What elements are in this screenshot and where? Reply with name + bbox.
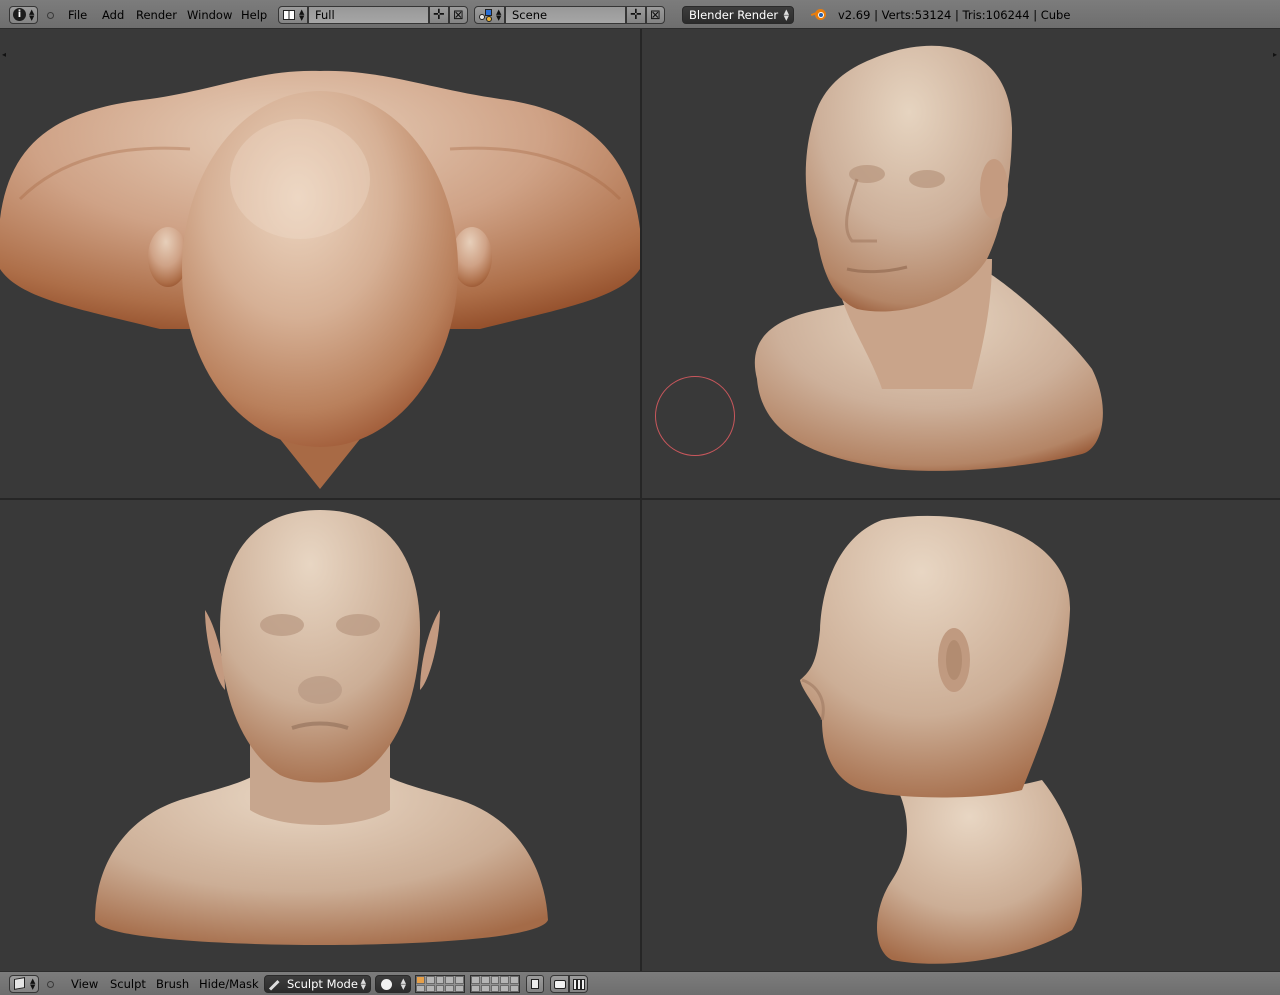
- menu-render[interactable]: Render: [136, 8, 177, 23]
- menu-brush[interactable]: Brush: [156, 977, 189, 992]
- lock-camera-button[interactable]: [526, 975, 544, 993]
- sculpt-brush-cursor: [655, 376, 735, 456]
- clapperboard-icon: [573, 979, 585, 990]
- menu-sculpt[interactable]: Sculpt: [110, 977, 146, 992]
- viewport-bottom-right[interactable]: [642, 500, 1280, 971]
- camera-render-icon: [554, 980, 566, 989]
- layer-lock-icon: [531, 979, 539, 989]
- editor-type-arrows-icon: ▲ ▼: [29, 8, 35, 22]
- viewport-horizontal-divider[interactable]: [0, 498, 1280, 500]
- menu-window[interactable]: Window: [187, 8, 232, 23]
- plus-icon: ✛: [433, 7, 445, 23]
- menu-hide-mask[interactable]: Hide/Mask: [199, 977, 259, 992]
- menu-help[interactable]: Help: [241, 8, 267, 23]
- viewport-vertical-divider[interactable]: [640, 29, 642, 971]
- info-header: i ▲ ▼ File Add Render Window Help ▲ ▼ Full…: [0, 0, 1280, 29]
- menu-view[interactable]: View: [71, 977, 98, 992]
- menu-add[interactable]: Add: [102, 8, 124, 23]
- view3d-icon: [14, 977, 25, 990]
- solid-shading-icon: [381, 979, 392, 990]
- scene-arrows-icon: ▲ ▼: [496, 8, 502, 22]
- viewport-shading-select[interactable]: ▲ ▼: [375, 975, 411, 993]
- close-icon: ⊠: [650, 8, 661, 23]
- screen-layout-arrows-icon: ▲ ▼: [299, 8, 305, 22]
- mode-label: Sculpt Mode: [287, 977, 358, 991]
- collapse-menu-icon[interactable]: [47, 12, 54, 19]
- blender-logo-icon: [810, 8, 827, 21]
- shading-arrows-icon: ▲ ▼: [400, 977, 406, 991]
- render-engine-label: Blender Render: [689, 8, 779, 22]
- mode-arrows-icon: ▲ ▼: [360, 977, 366, 991]
- screen-layout-browse-button[interactable]: ▲ ▼: [278, 6, 308, 24]
- close-icon: ⊠: [453, 8, 464, 23]
- info-icon: i: [13, 8, 26, 21]
- screen-layout-field[interactable]: Full: [308, 6, 429, 24]
- mode-select[interactable]: Sculpt Mode ▲ ▼: [264, 975, 371, 993]
- brush-icon: [268, 979, 280, 991]
- scene-layers-group-1[interactable]: [415, 975, 465, 993]
- scene-icon: [479, 9, 493, 22]
- sculpt-model-side-view: [800, 515, 1082, 964]
- scene-delete-button[interactable]: ⊠: [646, 6, 665, 24]
- viewport-top-left[interactable]: ◂: [0, 29, 640, 498]
- sculpt-model-top-view: [0, 70, 640, 489]
- menu-file[interactable]: File: [68, 8, 87, 23]
- editor-type-arrows-icon: ▲ ▼: [30, 977, 36, 991]
- viewport-top-right[interactable]: ▸: [642, 29, 1280, 498]
- 3d-view-header: ▲ ▼ View Sculpt Brush Hide/Mask Sculpt Mo…: [0, 971, 1280, 995]
- render-engine-arrows-icon: ▲ ▼: [783, 8, 789, 22]
- screen-layout-add-button[interactable]: ✛: [429, 6, 449, 24]
- screen-layout-icon: [283, 10, 295, 20]
- screen-layout-delete-button[interactable]: ⊠: [449, 6, 468, 24]
- scene-statistics: v2.69 | Verts:53124 | Tris:106244 | Cube: [838, 8, 1071, 22]
- sculpt-model-front-view: [95, 510, 548, 945]
- scene-field[interactable]: Scene: [505, 6, 626, 24]
- scene-layers-group-2[interactable]: [470, 975, 520, 993]
- plus-icon: ✛: [630, 7, 642, 23]
- scene-browse-button[interactable]: ▲ ▼: [474, 6, 505, 24]
- render-engine-select[interactable]: Blender Render ▲ ▼: [682, 6, 794, 24]
- viewport-bottom-left[interactable]: [0, 500, 640, 971]
- editor-type-button[interactable]: ▲ ▼: [9, 975, 39, 993]
- opengl-render-image-button[interactable]: [550, 975, 569, 993]
- opengl-render-animation-button[interactable]: [569, 975, 588, 993]
- collapse-menu-icon[interactable]: [47, 981, 54, 988]
- scene-add-button[interactable]: ✛: [626, 6, 646, 24]
- editor-type-button[interactable]: i ▲ ▼: [9, 6, 38, 24]
- sculpt-model-perspective-view: [754, 45, 1103, 471]
